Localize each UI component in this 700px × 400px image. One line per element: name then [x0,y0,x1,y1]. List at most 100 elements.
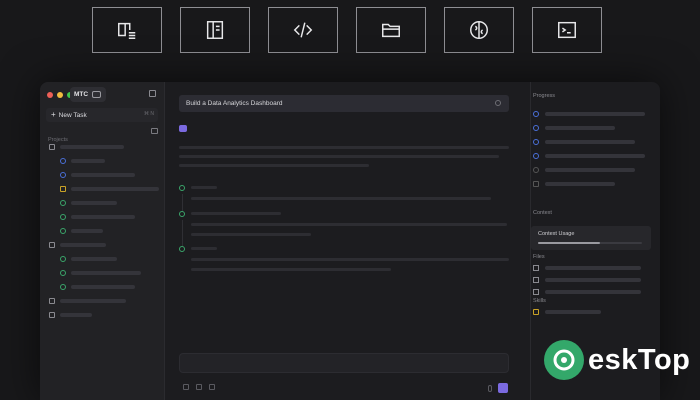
progress-item [533,166,635,174]
feature-folder [356,7,426,53]
sidebar-toggle-icon[interactable] [149,90,156,97]
pending-icon [533,167,539,173]
agent-avatar-icon [179,125,187,132]
settings-icon[interactable] [209,384,215,390]
brain-icon [470,21,488,39]
new-task-label: New Task [58,111,87,119]
sidebar: MTC + New Task ⌘ N Projects [40,82,165,400]
microphone-icon[interactable] [488,385,492,392]
app-mode-icon[interactable] [92,91,102,98]
task-item[interactable] [60,226,103,236]
check-icon [60,284,66,290]
list-item [71,229,103,233]
file-item[interactable] [533,276,641,284]
new-folder-icon[interactable] [151,128,158,134]
step-title [191,186,217,189]
context-usage-bar [538,242,642,244]
step-done-icon [179,211,185,217]
image-icon[interactable] [196,384,202,390]
app-switcher[interactable]: MTC [70,87,106,102]
watermark: eskTop [544,340,690,380]
in-progress-icon [60,172,66,178]
in-progress-icon [533,139,539,145]
composer-tools [183,384,215,390]
skill-item[interactable] [533,308,601,316]
list-item [60,145,124,149]
task-item[interactable] [60,170,135,180]
context-usage-fill [538,242,601,244]
app-name: MTC [74,91,89,98]
folder-icon [49,298,55,304]
terminal-icon [558,21,576,39]
progress-item [533,110,645,118]
step-detail [191,197,491,200]
close-window-button[interactable] [47,92,53,98]
project-folder[interactable] [49,310,92,320]
files-label: Files [533,254,545,260]
file-item[interactable] [533,264,641,272]
context-usage-card: Context Usage [531,226,651,250]
message-input[interactable] [179,353,509,373]
task-item[interactable] [60,198,117,208]
minimize-window-button[interactable] [57,92,63,98]
step-detail [191,233,311,236]
skill-icon [533,309,539,315]
document-icon [206,21,224,39]
file-item[interactable] [533,288,641,296]
check-icon [60,200,66,206]
task-item[interactable] [60,254,117,264]
new-task-shortcut: ⌘ N [144,111,154,117]
step-title [191,212,281,215]
plus-icon: + [51,110,56,119]
list-item [71,159,105,163]
project-folder[interactable] [49,142,124,152]
step-detail [191,223,507,226]
task-item[interactable] [60,156,105,166]
list-item [71,201,117,205]
file-icon [533,289,539,295]
list-item [60,243,106,247]
context-label: Context [533,210,552,216]
progress-item [533,138,635,146]
feature-brain [444,7,514,53]
message-line [179,164,369,167]
attach-icon[interactable] [183,384,189,390]
code-icon [293,22,313,38]
progress-item [533,152,645,160]
project-folder[interactable] [49,240,106,250]
folder-open-icon [49,144,55,150]
message-line [179,155,499,158]
list-item [545,310,601,314]
search-icon[interactable] [495,100,501,106]
check-icon [60,256,66,262]
step-done-icon [179,246,185,252]
list-item [71,271,141,275]
list-item [71,257,117,261]
task-item[interactable] [60,184,159,194]
watermark-logo-icon [544,340,584,380]
feature-terminal [532,7,602,53]
step-title [191,247,217,250]
task-item[interactable] [60,212,135,222]
file-icon [533,265,539,271]
list-item [545,140,635,144]
task-item[interactable] [60,282,135,292]
projects-header: Projects [48,128,158,143]
feature-icons-row [92,7,602,53]
list-item [545,290,641,294]
project-folder[interactable] [49,296,126,306]
folder-icon [49,312,55,318]
step-connector [182,220,183,246]
file-icon [533,277,539,283]
send-button[interactable] [498,383,508,393]
list-item [545,266,641,270]
main-panel: Build a Data Analytics Dashboard [165,82,530,400]
task-item[interactable] [60,268,141,278]
new-task-button[interactable]: + New Task ⌘ N [46,108,158,122]
step-done-icon [179,185,185,191]
message-line [179,146,509,149]
list-item [60,313,92,317]
task-title: Build a Data Analytics Dashboard [186,100,283,107]
in-progress-icon [533,125,539,131]
feature-document [180,7,250,53]
